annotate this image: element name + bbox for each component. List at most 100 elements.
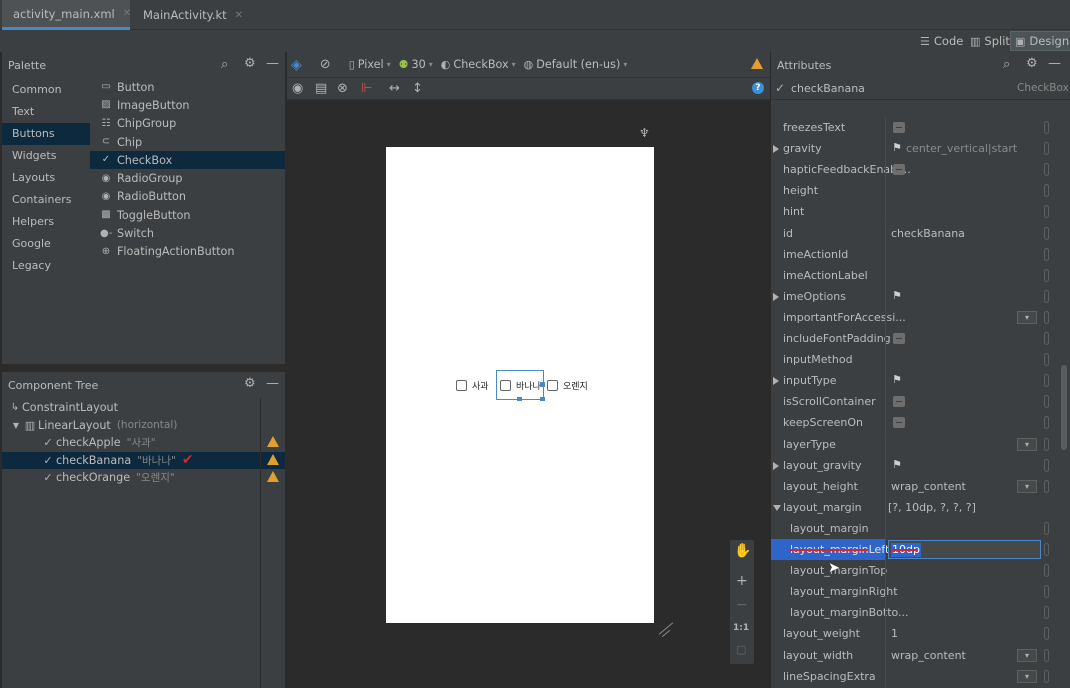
attribute-row[interactable]: imeOptions ⚑ — [771, 285, 1056, 307]
minimize-icon[interactable]: — — [266, 56, 279, 71]
resource-picker-icon[interactable] — [1044, 564, 1049, 578]
tree-node-checkorange[interactable]: ✓ checkOrange "오렌지" — [2, 469, 285, 487]
attribute-row[interactable]: layout_marginRight — [771, 581, 1056, 603]
scrollbar-thumb[interactable] — [1061, 365, 1067, 450]
warning-icon[interactable] — [267, 471, 279, 482]
resource-picker-icon[interactable] — [1044, 585, 1049, 599]
vertical-arrow-icon[interactable]: ↕ — [412, 81, 423, 96]
category-containers[interactable]: Containers — [2, 189, 90, 211]
attribute-row[interactable]: id checkBanana — [771, 222, 1056, 244]
palette-item-fab[interactable]: ⊕ FloatingActionButton — [90, 243, 285, 261]
device-preview[interactable]: 사과 바나나 오렌지 — [386, 147, 654, 623]
palette-item-imagebutton[interactable]: ▨ ImageButton — [90, 96, 285, 114]
autoconnect-off-icon[interactable]: ⊗ — [337, 81, 348, 96]
device-selector[interactable]: ▯ Pixel ▾ — [349, 58, 391, 71]
attribute-row[interactable]: gravity ⚑ center_vertical|start — [771, 138, 1056, 160]
flag-icon[interactable]: ⚑ — [892, 141, 902, 154]
flag-icon[interactable]: ⚑ — [892, 289, 902, 302]
flag-icon[interactable]: ⚑ — [892, 458, 902, 471]
attribute-row[interactable]: height — [771, 180, 1056, 202]
gear-icon[interactable]: ⚙ — [244, 376, 256, 391]
attribute-row[interactable]: layerType ▾ — [771, 433, 1056, 455]
attribute-row[interactable]: isScrollContainer — [771, 391, 1056, 413]
margins-icon[interactable]: ▤ — [315, 81, 327, 96]
attribute-row[interactable]: inputType ⚑ — [771, 370, 1056, 392]
resource-picker-icon[interactable] — [1044, 416, 1049, 430]
resource-picker-icon[interactable] — [1044, 310, 1049, 324]
tab-main-activity[interactable]: MainActivity.kt ✕ — [132, 0, 243, 30]
palette-item-togglebutton[interactable]: ▩ ToggleButton — [90, 206, 285, 224]
gear-icon[interactable]: ⚙ — [1026, 56, 1038, 71]
search-icon[interactable]: ⌕ — [221, 57, 228, 72]
resource-picker-icon[interactable] — [1044, 121, 1049, 134]
search-icon[interactable]: ⌕ — [1003, 57, 1010, 72]
attribute-row[interactable]: layout_gravity ⚑ — [771, 454, 1056, 476]
preview-checkbox-banana[interactable]: 바나나 — [500, 379, 541, 392]
design-mode-button[interactable]: ▣ Design — [1010, 31, 1070, 51]
minimize-icon[interactable]: — — [266, 376, 279, 391]
attribute-value[interactable]: checkBanana — [891, 223, 965, 244]
resize-handle[interactable] — [540, 382, 545, 387]
resource-picker-icon[interactable] — [1044, 184, 1049, 198]
close-icon[interactable]: ✕ — [235, 10, 243, 21]
tristate-toggle-icon[interactable] — [893, 396, 905, 408]
attribute-row[interactable]: layout_margin — [771, 517, 1056, 539]
tree-node-linearlayout[interactable]: ▼ ▥ LinearLayout (horizontal) — [2, 417, 285, 435]
pin-icon[interactable]: ♆ — [639, 126, 650, 140]
attribute-row[interactable]: imeActionLabel — [771, 264, 1056, 286]
gear-icon[interactable]: ⚙ — [244, 56, 256, 71]
palette-item-button[interactable]: ▭ Button — [90, 78, 285, 96]
resource-picker-icon[interactable] — [1044, 226, 1049, 240]
warning-icon[interactable] — [267, 453, 279, 465]
attribute-row[interactable]: layout_width wrap_content ▾ — [771, 644, 1056, 666]
close-icon[interactable]: ✕ — [123, 8, 131, 19]
layers-icon[interactable]: ◈ — [291, 57, 302, 73]
warning-icon[interactable] — [751, 58, 763, 69]
eye-icon[interactable]: ◉ — [292, 81, 303, 96]
attribute-row[interactable]: layout_marginTop — [771, 560, 1056, 582]
resource-picker-icon[interactable] — [1044, 627, 1049, 641]
chevron-down-icon[interactable]: ▾ — [1017, 310, 1037, 324]
attribute-row[interactable]: includeFontPadding — [771, 328, 1056, 349]
chevron-down-icon[interactable]: ▾ — [1017, 669, 1037, 683]
resource-picker-icon[interactable] — [1044, 648, 1049, 662]
category-widgets[interactable]: Widgets — [2, 145, 90, 167]
attribute-value[interactable]: center_vertical|start — [906, 138, 1017, 159]
collapse-arrow-icon[interactable] — [773, 504, 781, 511]
chevron-down-icon[interactable]: ▾ — [1017, 648, 1037, 662]
chevron-down-icon[interactable]: ▾ — [1017, 479, 1037, 493]
palette-item-chip[interactable]: ⊂ Chip — [90, 133, 285, 151]
tristate-toggle-icon[interactable] — [893, 122, 905, 133]
expand-arrow-icon[interactable] — [773, 377, 779, 386]
attribute-value[interactable]: 1 — [891, 623, 898, 644]
attribute-row[interactable]: layout_marginBotto... — [771, 602, 1056, 624]
resource-picker-icon[interactable] — [1044, 458, 1049, 472]
api-selector[interactable]: ⚉ 30 ▾ — [399, 58, 433, 71]
help-icon[interactable]: ? — [752, 82, 764, 94]
preview-checkbox-apple[interactable]: 사과 — [456, 379, 489, 392]
expand-arrow-icon[interactable] — [773, 145, 779, 154]
palette-item-chipgroup[interactable]: ☷ ChipGroup — [90, 115, 285, 133]
tab-activity-main[interactable]: activity_main.xml ✕ — [2, 0, 131, 30]
code-mode-button[interactable]: ☰ Code — [916, 31, 967, 51]
resource-picker-icon[interactable] — [1044, 268, 1049, 282]
resource-picker-icon[interactable] — [1044, 669, 1049, 683]
warning-icon[interactable] — [267, 436, 279, 447]
tree-node-checkbanana[interactable]: ✓ checkBanana "바나나" ✔ — [2, 451, 285, 469]
resource-picker-icon[interactable] — [1044, 521, 1049, 535]
resource-picker-icon[interactable] — [1044, 163, 1049, 177]
resource-picker-icon[interactable] — [1044, 374, 1049, 388]
category-common[interactable]: Common — [2, 79, 90, 101]
resource-picker-icon[interactable] — [1044, 543, 1049, 556]
expand-arrow-icon[interactable] — [773, 461, 779, 470]
attribute-row[interactable]: hint — [771, 201, 1056, 223]
zoom-in-icon[interactable]: + — [736, 573, 748, 589]
attribute-row[interactable]: lineSpacingExtra ▾ — [771, 665, 1056, 687]
tristate-toggle-icon[interactable] — [893, 417, 905, 429]
category-buttons[interactable]: Buttons — [2, 123, 90, 145]
expand-arrow-icon[interactable]: ▼ — [10, 421, 22, 430]
orientation-icon[interactable]: ⊘ — [320, 57, 331, 72]
resource-picker-icon[interactable] — [1044, 606, 1049, 620]
palette-item-checkbox[interactable]: ✓ CheckBox — [90, 151, 285, 170]
attribute-row[interactable]: keepScreenOn — [771, 412, 1056, 434]
